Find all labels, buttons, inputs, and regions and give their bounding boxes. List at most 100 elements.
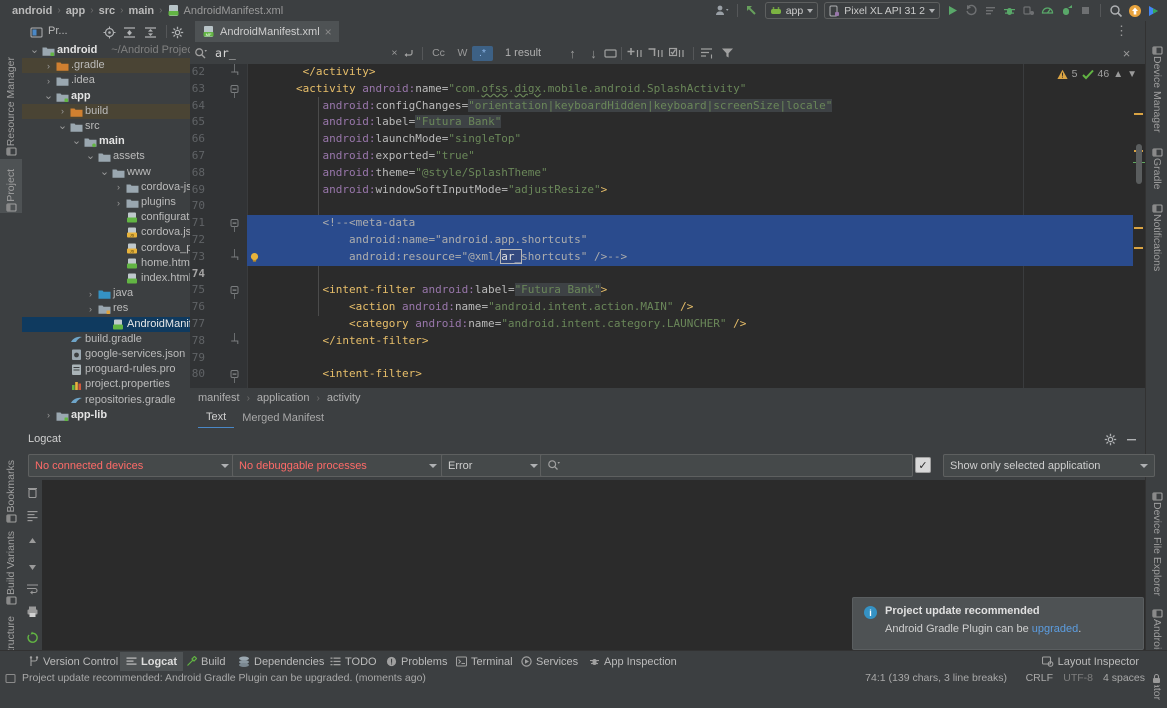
line-number[interactable]: 67	[192, 148, 205, 165]
find-previous-button[interactable]: ↑	[562, 46, 583, 61]
stripe-button-notifications[interactable]: Notifications	[1146, 203, 1167, 291]
xml-structure-breadcrumb[interactable]: manifest›application›activity	[190, 388, 1145, 408]
stripe-button-device-manager[interactable]: Device Manager	[1146, 45, 1167, 145]
tree-row[interactable]: ›.gradle	[22, 58, 190, 73]
tree-row[interactable]: JScordova_plugins.js	[22, 241, 190, 256]
clear-logcat-icon[interactable]	[25, 485, 40, 500]
editor-view-tab-merged-manifest[interactable]: Merged Manifest	[234, 409, 332, 428]
run-with-coverage-icon[interactable]	[1057, 1, 1076, 20]
tree-expander[interactable]: ⌄	[72, 134, 81, 149]
search-icon[interactable]	[194, 47, 210, 60]
logcat-scope-selector[interactable]: Show only selected application	[943, 454, 1155, 477]
find-options-icon[interactable]	[700, 42, 714, 64]
logcat-level-selector[interactable]: Error	[441, 454, 545, 477]
line-number[interactable]: 77	[192, 316, 205, 333]
bottom-tab-services[interactable]: Services	[515, 652, 584, 671]
fold-marker-start[interactable]	[230, 215, 239, 232]
tree-expander[interactable]: ›	[44, 58, 53, 73]
tree-expander[interactable]: ⌄	[30, 43, 39, 58]
status-message-icon[interactable]	[5, 673, 16, 684]
code-line[interactable]: android:exported="true"	[243, 148, 475, 165]
match-case-toggle[interactable]: Cc	[428, 46, 449, 61]
android-studio-icon[interactable]	[1144, 1, 1163, 20]
line-separator[interactable]: CRLF	[1026, 672, 1053, 684]
tree-row[interactable]: ⌄main	[22, 134, 190, 149]
stripe-button-project[interactable]: Project	[0, 159, 22, 213]
bottom-tab-todo[interactable]: TODO	[324, 652, 383, 671]
code-line[interactable]: <intent-filter android:label="Futura Ban…	[243, 282, 607, 299]
gradle-sync-icon[interactable]	[743, 1, 762, 20]
tree-expander[interactable]: ›	[44, 408, 53, 423]
print-icon[interactable]	[25, 604, 40, 619]
bottom-tab-version-control[interactable]: Version Control	[22, 652, 124, 671]
bottom-tab-build[interactable]: Build	[180, 652, 231, 671]
code-line[interactable]: </intent-filter>	[243, 333, 428, 350]
tree-row[interactable]: ›java	[22, 286, 190, 301]
code-line[interactable]: <category android:name="android.intent.c…	[243, 316, 746, 333]
stripe-button-device-file-explorer[interactable]: Device File Explorer	[1146, 491, 1167, 606]
bottom-tab-logcat[interactable]: Logcat	[120, 652, 183, 671]
tree-expander[interactable]: ›	[58, 104, 67, 119]
stripe-warning-mark[interactable]	[1134, 227, 1143, 229]
device-selector[interactable]: Pixel XL API 31 2	[824, 2, 940, 19]
breadcrumb-item-1[interactable]: app	[62, 5, 90, 17]
bottom-tab-dependencies[interactable]: Dependencies	[232, 652, 330, 671]
logcat-process-selector[interactable]: No debuggable processes	[232, 454, 444, 477]
tree-row[interactable]: ⌄app	[22, 89, 190, 104]
tree-row[interactable]: ⌄android~/Android Projects	[22, 43, 190, 58]
collapse-all-icon[interactable]	[144, 26, 157, 39]
fold-marker-start[interactable]	[230, 282, 239, 299]
logcat-regex-checkbox[interactable]: ✓	[915, 457, 931, 473]
tree-row[interactable]: ⌄src	[22, 119, 190, 134]
find-input-group[interactable]: ar_	[194, 42, 236, 64]
code-line[interactable]: <action android:name="android.intent.act…	[243, 299, 693, 316]
breadcrumb-item-3[interactable]: main	[124, 5, 158, 17]
profiler-icon[interactable]	[1038, 1, 1057, 20]
code-line[interactable]: <activity android:name="com.ofss.digx.mo…	[243, 81, 746, 98]
apply-code-changes-icon[interactable]	[981, 1, 1000, 20]
line-number[interactable]: 75	[192, 282, 205, 299]
fold-marker-start[interactable]	[230, 366, 239, 383]
tree-expander[interactable]: ⌄	[44, 89, 53, 104]
tree-row[interactable]: configuration.js	[22, 210, 190, 225]
logcat-device-selector[interactable]: No connected devices	[28, 454, 236, 477]
indent-setting[interactable]: 4 spaces	[1103, 672, 1145, 684]
line-number[interactable]: 66	[192, 131, 205, 148]
tree-row[interactable]: proguard-rules.pro	[22, 362, 190, 377]
editor-tab-androidmanifest[interactable]: MF AndroidManifest.xml ×	[195, 21, 339, 44]
code-viewport[interactable]: 62636465666768697071727374757677787980 <…	[190, 64, 1145, 408]
attach-debugger-icon[interactable]	[1019, 1, 1038, 20]
line-number[interactable]: 76	[192, 299, 205, 316]
tree-row[interactable]: project.properties	[22, 377, 190, 392]
fold-marker-end[interactable]	[230, 333, 239, 350]
add-selection-icon[interactable]	[627, 42, 644, 64]
line-number[interactable]: 72	[192, 232, 205, 249]
structure-crumb-manifest[interactable]: manifest	[198, 392, 240, 404]
code-line[interactable]: </activity>	[243, 64, 375, 81]
user-dropdown-icon[interactable]	[713, 1, 732, 20]
editor-view-tab-text[interactable]: Text	[198, 408, 234, 429]
tree-row[interactable]: ›build	[22, 104, 190, 119]
ide-update-icon[interactable]	[1125, 1, 1144, 20]
bottom-tab-layout-inspector[interactable]: Layout Inspector	[1036, 652, 1145, 671]
close-icon[interactable]: ×	[325, 25, 332, 39]
structure-crumb-application[interactable]: application	[257, 392, 310, 404]
code-line[interactable]: android:theme="@style/SplashTheme"	[243, 165, 548, 182]
code-line[interactable]: android:configChanges="orientation|keybo…	[243, 98, 832, 115]
tree-row[interactable]: ›cordova-js-src	[22, 180, 190, 195]
regex-toggle[interactable]: .*	[472, 46, 493, 61]
editor-view-tabs[interactable]: TextMerged Manifest	[190, 408, 1145, 428]
tree-expander[interactable]: ⌄	[58, 119, 67, 134]
status-message[interactable]: Project update recommended: Android Grad…	[22, 672, 426, 684]
inspections-widget[interactable]: 5 46 ▲ ▼	[1057, 68, 1137, 80]
tree-row[interactable]: repositories.gradle	[22, 393, 190, 408]
line-number[interactable]: 71	[192, 215, 205, 232]
fold-marker-start[interactable]	[230, 81, 239, 98]
select-all-occurrences-icon[interactable]	[669, 42, 686, 64]
breadcrumb-item-2[interactable]: src	[95, 5, 120, 17]
line-number[interactable]: 65	[192, 114, 205, 131]
chevron-down-icon[interactable]: ▼	[1127, 69, 1137, 80]
line-number[interactable]: 64	[192, 98, 205, 115]
search-everywhere-icon[interactable]	[1106, 1, 1125, 20]
project-view-icon[interactable]	[30, 26, 43, 39]
